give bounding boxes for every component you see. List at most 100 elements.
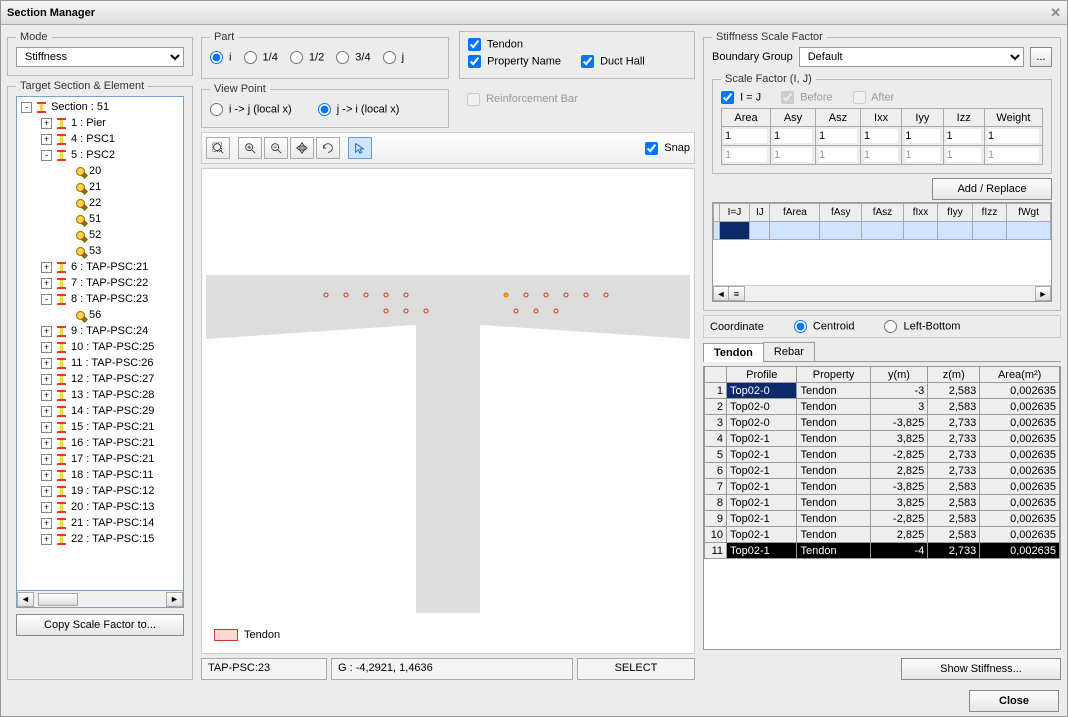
tree-item[interactable]: +19 : TAP-PSC:12 xyxy=(17,483,183,499)
rotate-button[interactable] xyxy=(316,137,340,159)
tendon-col-header[interactable] xyxy=(705,367,727,383)
tree-item[interactable]: -5 : PSC2 xyxy=(17,147,183,163)
sf-input[interactable] xyxy=(774,129,812,143)
tendon-table[interactable]: ProfilePropertyy(m)z(m)Area(m²)1Top02-0T… xyxy=(703,366,1061,650)
tree-item[interactable]: +9 : TAP-PSC:24 xyxy=(17,323,183,339)
tendon-point[interactable] xyxy=(604,293,609,298)
sf-input[interactable] xyxy=(864,129,898,143)
copy-scale-factor-button[interactable]: Copy Scale Factor to... xyxy=(16,614,184,636)
tree-item[interactable]: +16 : TAP-PSC:21 xyxy=(17,435,183,451)
tree-item[interactable]: 52 xyxy=(17,227,183,243)
tendon-col-header[interactable]: Property xyxy=(797,367,870,383)
mode-select[interactable]: Stiffness xyxy=(16,47,184,67)
section-tree[interactable]: -Section : 51+1 : Pier+4 : PSC1-5 : PSC2… xyxy=(16,96,184,591)
tendon-point[interactable] xyxy=(514,309,519,314)
sf-table-cell[interactable] xyxy=(1007,222,1051,240)
tendon-point[interactable] xyxy=(584,293,589,298)
tree-item[interactable]: +20 : TAP-PSC:13 xyxy=(17,499,183,515)
tree-item[interactable]: +17 : TAP-PSC:21 xyxy=(17,451,183,467)
table-row[interactable]: 8Top02-1Tendon3,8252,5830,002635 xyxy=(705,495,1060,511)
table-scroll-right-icon[interactable]: ► xyxy=(1035,286,1051,301)
scroll-right-icon[interactable]: ► xyxy=(166,592,183,607)
table-row[interactable]: 5Top02-1Tendon-2,8252,7330,002635 xyxy=(705,447,1060,463)
tree-root[interactable]: -Section : 51 xyxy=(17,99,183,115)
tree-item[interactable]: +14 : TAP-PSC:29 xyxy=(17,403,183,419)
tree-item[interactable]: 22 xyxy=(17,195,183,211)
tree-item[interactable]: +15 : TAP-PSC:21 xyxy=(17,419,183,435)
tree-item[interactable]: +18 : TAP-PSC:11 xyxy=(17,467,183,483)
sf-input[interactable] xyxy=(905,129,939,143)
tendon-point[interactable] xyxy=(364,293,369,298)
tendon-point[interactable] xyxy=(424,309,429,314)
tendon-point[interactable] xyxy=(384,293,389,298)
table-scroll-left-icon[interactable]: ◄ xyxy=(713,286,729,301)
tree-item[interactable]: +10 : TAP-PSC:25 xyxy=(17,339,183,355)
part-radio-34[interactable]: 3/4 xyxy=(336,51,370,64)
tendon-point[interactable] xyxy=(544,293,549,298)
tendon-point[interactable] xyxy=(344,293,349,298)
tendon-col-header[interactable]: Area(m²) xyxy=(980,367,1060,383)
sf-table-cell[interactable] xyxy=(770,222,820,240)
table-row[interactable]: 11Top02-1Tendon-42,7330,002635 xyxy=(705,543,1060,559)
sf-table-cell[interactable] xyxy=(972,222,1006,240)
tree-item[interactable]: +12 : TAP-PSC:27 xyxy=(17,371,183,387)
viewpoint-radio-1[interactable]: j -> i (local x) xyxy=(318,103,400,116)
tree-item[interactable]: +4 : PSC1 xyxy=(17,131,183,147)
table-row[interactable]: 1Top02-0Tendon-32,5830,002635 xyxy=(705,383,1060,399)
sf-table-cell[interactable] xyxy=(862,222,904,240)
tree-item[interactable]: -8 : TAP-PSC:23 xyxy=(17,291,183,307)
scale-factor-table[interactable]: I=JIJfAreafAsyfAszfIxxfIyyfIzzfWgt ◄ ≡ ► xyxy=(712,202,1052,302)
boundary-group-select[interactable]: Default xyxy=(799,47,1024,67)
tab-rebar[interactable]: Rebar xyxy=(763,342,815,361)
property-name-check[interactable]: Property Name xyxy=(468,55,561,68)
i-equals-j-check[interactable]: I = J xyxy=(721,91,761,104)
centroid-radio[interactable]: Centroid xyxy=(794,320,855,333)
viewpoint-radio-0[interactable]: i -> j (local x) xyxy=(210,103,292,116)
part-radio-14[interactable]: 1/4 xyxy=(244,51,278,64)
left-bottom-radio[interactable]: Left-Bottom xyxy=(884,320,960,333)
show-stiffness-button[interactable]: Show Stiffness... xyxy=(901,658,1061,680)
tendon-point[interactable] xyxy=(554,309,559,314)
sf-table-cell[interactable] xyxy=(750,222,770,240)
tree-item[interactable]: +7 : TAP-PSC:22 xyxy=(17,275,183,291)
pan-button[interactable] xyxy=(290,137,314,159)
tree-item[interactable]: 51 xyxy=(17,211,183,227)
tab-tendon[interactable]: Tendon xyxy=(703,343,764,362)
tree-item[interactable]: +1 : Pier xyxy=(17,115,183,131)
tendon-point[interactable] xyxy=(504,293,509,298)
sf-input[interactable] xyxy=(988,129,1039,143)
sf-input[interactable] xyxy=(947,129,981,143)
tendon-point[interactable] xyxy=(384,309,389,314)
tendon-check[interactable]: Tendon xyxy=(468,38,523,51)
scroll-thumb[interactable] xyxy=(38,593,78,606)
table-row[interactable]: 7Top02-1Tendon-3,8252,5830,002635 xyxy=(705,479,1060,495)
boundary-group-more-button[interactable]: ... xyxy=(1030,47,1052,67)
part-radio-i[interactable]: i xyxy=(210,51,232,64)
tree-hscroll[interactable]: ◄ ► xyxy=(16,591,184,608)
tendon-point[interactable] xyxy=(564,293,569,298)
tree-item[interactable]: +6 : TAP-PSC:21 xyxy=(17,259,183,275)
add-replace-button[interactable]: Add / Replace xyxy=(932,178,1052,200)
snap-check[interactable]: Snap xyxy=(645,142,690,155)
sf-table-cell[interactable] xyxy=(903,222,937,240)
zoom-fit-button[interactable] xyxy=(206,137,230,159)
zoom-out-button[interactable] xyxy=(264,137,288,159)
tendon-point[interactable] xyxy=(404,293,409,298)
sf-table-cell[interactable] xyxy=(938,222,972,240)
tree-item[interactable]: +13 : TAP-PSC:28 xyxy=(17,387,183,403)
tendon-point[interactable] xyxy=(324,293,329,298)
scroll-left-icon[interactable]: ◄ xyxy=(17,592,34,607)
tree-item[interactable]: 20 xyxy=(17,163,183,179)
sf-table-cell[interactable] xyxy=(719,222,750,240)
part-radio-j[interactable]: j xyxy=(383,51,405,64)
close-icon[interactable]: ✕ xyxy=(1050,5,1061,21)
tree-item[interactable]: +11 : TAP-PSC:26 xyxy=(17,355,183,371)
tree-item[interactable]: 53 xyxy=(17,243,183,259)
tree-item[interactable]: 21 xyxy=(17,179,183,195)
table-row[interactable]: 4Top02-1Tendon3,8252,7330,002635 xyxy=(705,431,1060,447)
table-row[interactable]: 9Top02-1Tendon-2,8252,5830,002635 xyxy=(705,511,1060,527)
sf-input[interactable] xyxy=(819,129,857,143)
close-button[interactable]: Close xyxy=(969,690,1059,712)
tendon-point[interactable] xyxy=(524,293,529,298)
table-scroll-home-icon[interactable]: ≡ xyxy=(729,286,745,301)
